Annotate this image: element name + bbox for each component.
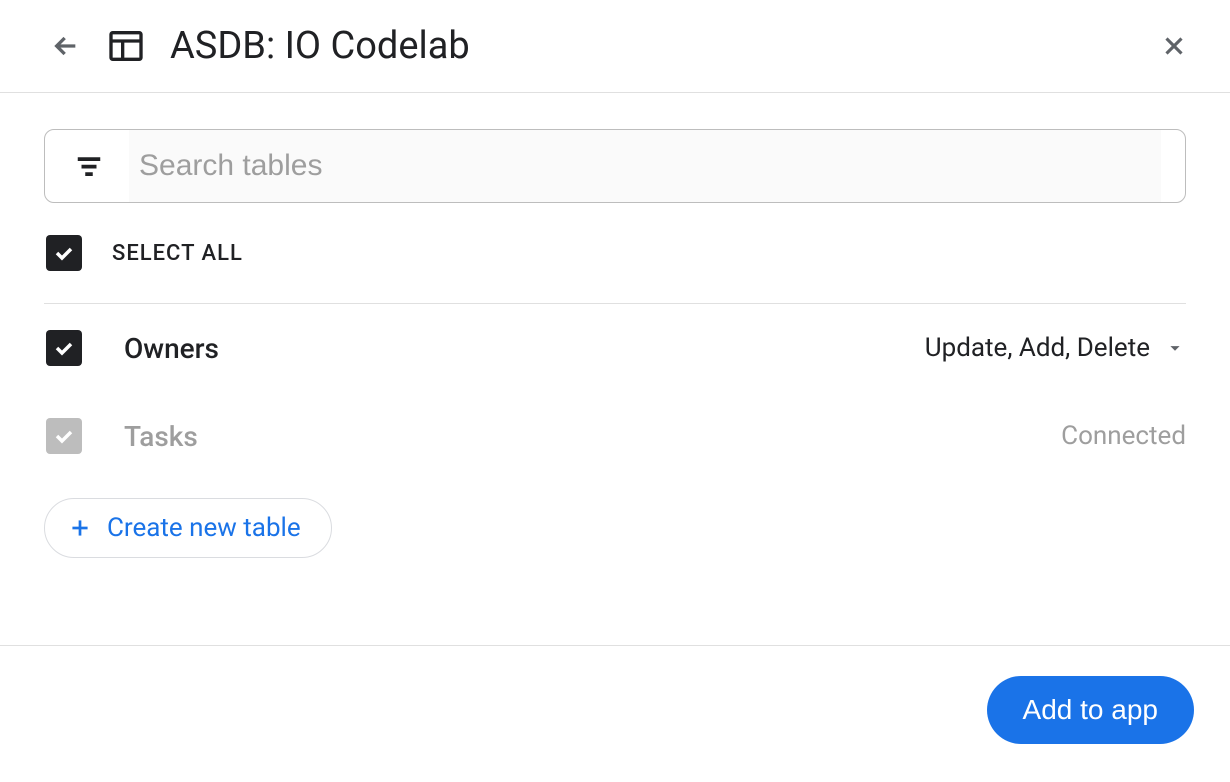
table-name-label: Tasks xyxy=(124,420,1061,453)
permissions-label: Update, Add, Delete xyxy=(925,333,1150,363)
back-button[interactable] xyxy=(50,30,82,62)
chevron-down-icon xyxy=(1164,337,1186,359)
search-input[interactable] xyxy=(129,130,1161,202)
dialog-title: ASDB: IO Codelab xyxy=(170,24,1158,68)
close-button[interactable] xyxy=(1158,30,1190,62)
filter-icon xyxy=(69,146,109,186)
select-all-checkbox[interactable] xyxy=(46,235,82,271)
database-icon xyxy=(106,26,146,66)
plus-icon xyxy=(67,515,93,541)
arrow-left-icon xyxy=(50,30,82,62)
close-icon xyxy=(1159,31,1189,61)
create-table-button[interactable]: Create new table xyxy=(44,498,332,558)
status-label: Connected xyxy=(1061,421,1186,451)
dialog-header: ASDB: IO Codelab xyxy=(0,0,1230,93)
table-name-label: Owners xyxy=(124,332,925,365)
select-all-row[interactable]: SELECT ALL xyxy=(44,203,1186,304)
permissions-dropdown[interactable]: Update, Add, Delete xyxy=(925,333,1186,363)
select-all-label: SELECT ALL xyxy=(112,241,243,266)
table-row: Owners Update, Add, Delete xyxy=(44,304,1186,392)
check-icon xyxy=(52,241,76,265)
table-checkbox-tasks[interactable] xyxy=(46,418,82,454)
dialog-content: SELECT ALL Owners Update, Add, Delete Ta… xyxy=(0,93,1230,558)
table-row: Tasks Connected xyxy=(44,392,1186,480)
create-table-row: Create new table xyxy=(44,480,1186,558)
table-checkbox-owners[interactable] xyxy=(46,330,82,366)
check-icon xyxy=(52,424,76,448)
add-to-app-button[interactable]: Add to app xyxy=(987,676,1194,744)
dialog-footer: Add to app xyxy=(0,645,1230,774)
search-container xyxy=(44,129,1186,203)
create-table-label: Create new table xyxy=(107,513,301,543)
check-icon xyxy=(52,336,76,360)
connection-status: Connected xyxy=(1061,421,1186,451)
